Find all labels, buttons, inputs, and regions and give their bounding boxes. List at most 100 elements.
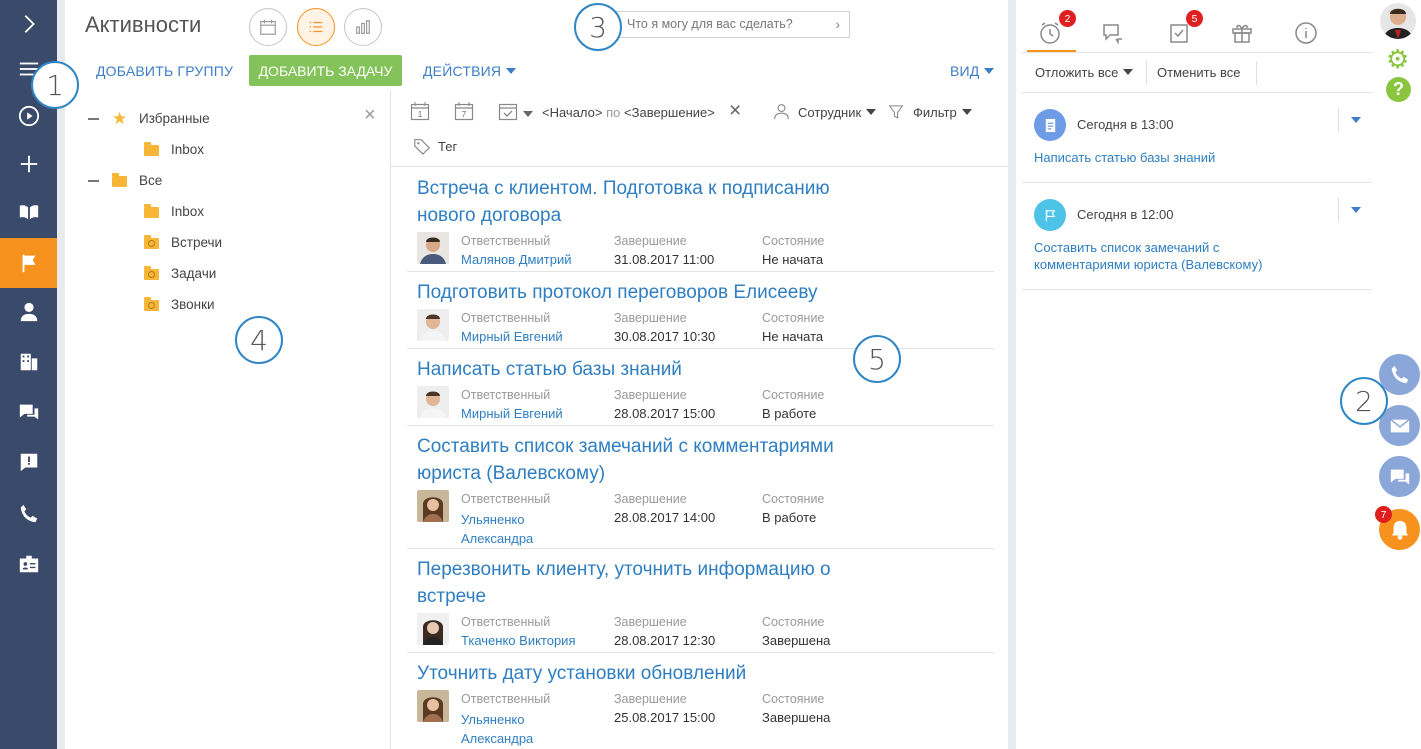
notification-link[interactable]: Написать статью базы знаний bbox=[1034, 149, 1334, 166]
document-icon bbox=[1034, 109, 1066, 141]
analytics-view-button[interactable] bbox=[344, 8, 382, 46]
folder-icon bbox=[144, 142, 159, 156]
notification-link[interactable]: Составить список замечаний с комментария… bbox=[1034, 239, 1304, 273]
due-label: Завершение bbox=[614, 692, 687, 706]
id-card-icon[interactable] bbox=[0, 540, 57, 588]
period-end: <Завершение> bbox=[624, 105, 715, 120]
activity-title[interactable]: Составить список замечаний с комментария… bbox=[417, 433, 847, 487]
book-icon[interactable] bbox=[0, 188, 57, 236]
view-menu[interactable]: ВИД bbox=[950, 63, 995, 79]
calendar-view-button[interactable] bbox=[249, 8, 287, 46]
phone-icon bbox=[1391, 365, 1408, 383]
chat-button[interactable] bbox=[1379, 456, 1420, 497]
button-separator bbox=[1256, 61, 1257, 85]
activity-title[interactable]: Перезвонить клиенту, уточнить информацию… bbox=[417, 556, 847, 610]
list-view-button[interactable] bbox=[297, 8, 335, 46]
cancel-all-button[interactable]: Отменить все bbox=[1157, 65, 1241, 80]
calendar-check-icon[interactable] bbox=[498, 101, 518, 121]
avatar bbox=[417, 613, 449, 645]
due-label: Завершение bbox=[614, 311, 687, 325]
folder-favorites[interactable]: Избранные bbox=[139, 111, 210, 126]
avatar bbox=[417, 490, 449, 522]
feed-tab[interactable] bbox=[1098, 18, 1128, 48]
owner-link[interactable]: Малянов Дмитрий bbox=[461, 252, 571, 267]
actions-menu[interactable]: ДЕЙСТВИЯ bbox=[423, 63, 517, 79]
week-calendar-icon[interactable]: 7 bbox=[454, 101, 474, 121]
clock-icon bbox=[1040, 22, 1060, 44]
close-icon[interactable]: × bbox=[364, 104, 376, 127]
info-tab[interactable] bbox=[1291, 18, 1321, 48]
add-task-button[interactable]: ДОБАВИТЬ ЗАДАЧУ bbox=[249, 55, 402, 86]
chevron-down-icon[interactable] bbox=[1351, 207, 1361, 213]
avatar bbox=[417, 386, 449, 418]
row-divider bbox=[407, 652, 994, 653]
activity-title[interactable]: Уточнить дату установки обновлений bbox=[417, 660, 847, 687]
collapse-icon[interactable] bbox=[88, 180, 99, 182]
search-input[interactable]: Что я могу для вас сделать? › bbox=[612, 11, 850, 38]
folder-meetings[interactable]: Встречи bbox=[171, 235, 222, 250]
clear-period-icon[interactable]: × bbox=[729, 99, 741, 123]
folder-inbox[interactable]: Inbox bbox=[171, 204, 204, 219]
status-value: В работе bbox=[762, 510, 817, 525]
due-value: 30.08.2017 10:30 bbox=[614, 329, 716, 344]
period-filter[interactable]: <Начало> по <Завершение> bbox=[542, 105, 715, 120]
folder-fav-inbox[interactable]: Inbox bbox=[171, 142, 204, 157]
due-value: 28.08.2017 14:00 bbox=[614, 510, 716, 525]
chevron-down-icon[interactable] bbox=[523, 111, 533, 117]
activity-title[interactable]: Подготовить протокол переговоров Елисеев… bbox=[417, 279, 847, 306]
search-placeholder: Что я могу для вас сделать? bbox=[627, 17, 793, 31]
due-value: 25.08.2017 15:00 bbox=[614, 710, 716, 725]
employee-filter[interactable]: Сотрудник bbox=[798, 105, 877, 120]
status-label: Состояние bbox=[762, 492, 825, 506]
person-icon[interactable] bbox=[0, 288, 57, 336]
postpone-all-button[interactable]: Отложить все bbox=[1035, 65, 1134, 80]
employee-label: Сотрудник bbox=[798, 105, 862, 120]
main-sidebar bbox=[0, 0, 57, 749]
owner-link[interactable]: Мирный Евгений bbox=[461, 406, 563, 421]
tag-filter[interactable]: Тег bbox=[438, 139, 457, 154]
chat-icon[interactable] bbox=[0, 388, 57, 436]
activity-title[interactable]: Написать статью базы знаний bbox=[417, 356, 847, 383]
row-divider bbox=[407, 548, 994, 549]
status-label: Состояние bbox=[762, 615, 825, 629]
activity-title[interactable]: Встреча с клиентом. Подготовка к подписа… bbox=[417, 175, 847, 229]
day-calendar-icon[interactable]: 1 bbox=[410, 101, 430, 121]
owner-link[interactable]: Ульяненко Александра bbox=[461, 510, 546, 548]
search-folder-icon bbox=[144, 235, 159, 249]
folder-tasks[interactable]: Задачи bbox=[171, 266, 216, 281]
day-calendar-number: 1 bbox=[418, 110, 423, 119]
avatar bbox=[417, 690, 449, 722]
status-value: Не начата bbox=[762, 329, 824, 344]
row-divider bbox=[407, 425, 994, 426]
gear-icon[interactable]: ⚙ bbox=[1386, 46, 1409, 72]
task-check-icon bbox=[1170, 24, 1188, 43]
avatar[interactable] bbox=[1380, 3, 1416, 39]
chevron-down-icon bbox=[961, 109, 972, 115]
owner-link[interactable]: Мирный Евгений bbox=[461, 329, 563, 344]
search-folder-icon bbox=[144, 297, 159, 311]
building-icon[interactable] bbox=[0, 338, 57, 386]
right-gutter bbox=[1008, 0, 1016, 749]
gifts-tab[interactable] bbox=[1227, 18, 1257, 48]
owner-label: Ответственный bbox=[461, 311, 551, 325]
folder-all[interactable]: Все bbox=[139, 173, 162, 188]
chevron-right-icon[interactable]: › bbox=[835, 16, 840, 32]
collapse-icon[interactable] bbox=[88, 118, 99, 120]
owner-link[interactable]: Ткаченко Виктория bbox=[461, 633, 575, 648]
bell-icon bbox=[1391, 520, 1408, 540]
help-icon[interactable]: ? bbox=[1386, 77, 1411, 102]
filter-menu[interactable]: Фильтр bbox=[913, 105, 972, 120]
phone-icon[interactable] bbox=[0, 490, 57, 538]
flag-icon[interactable] bbox=[0, 238, 57, 288]
folder-calls[interactable]: Звонки bbox=[171, 297, 215, 312]
person-icon bbox=[774, 104, 789, 120]
add-group-button[interactable]: ДОБАВИТЬ ГРУППУ bbox=[96, 63, 233, 79]
alert-icon[interactable] bbox=[0, 438, 57, 486]
chevron-down-icon[interactable] bbox=[1351, 117, 1361, 123]
plus-icon[interactable] bbox=[0, 140, 57, 188]
owner-link[interactable]: Ульяненко Александра bbox=[461, 710, 546, 748]
filter-label: Фильтр bbox=[913, 105, 957, 120]
status-value: Завершена bbox=[762, 633, 831, 648]
expand-icon[interactable] bbox=[0, 0, 57, 48]
status-label: Состояние bbox=[762, 311, 825, 325]
